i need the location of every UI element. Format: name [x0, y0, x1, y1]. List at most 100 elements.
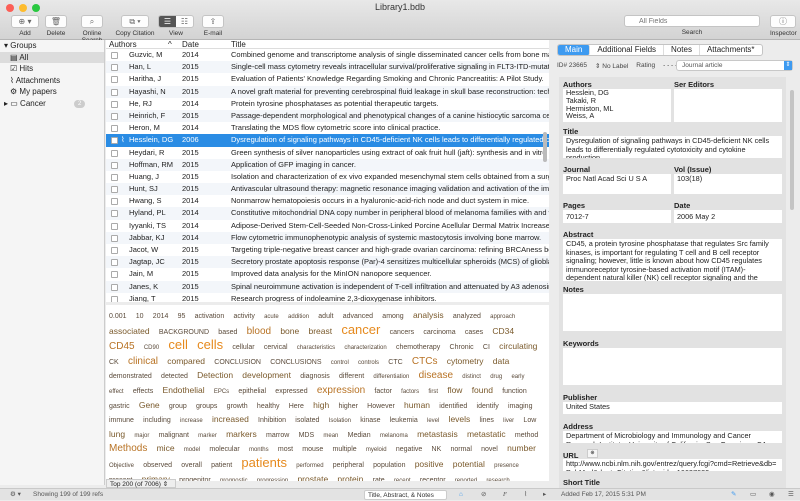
url-field[interactable]: http://www.ncbi.nlm.nih.gov/entrez/query… — [563, 459, 782, 471]
table-row[interactable]: Guzvic, M 2014 Combined genome and transcr… — [106, 49, 549, 61]
cloud-word[interactable]: novel — [481, 446, 498, 453]
cloud-word[interactable]: Detection — [197, 370, 233, 380]
cloud-word[interactable]: differentiation — [373, 374, 409, 380]
column-authors[interactable]: Authors — [109, 40, 137, 49]
cloud-word[interactable]: development — [242, 370, 291, 380]
cloud-word[interactable]: effects — [133, 388, 154, 395]
cloud-word[interactable]: first — [428, 389, 438, 395]
top-words-select[interactable]: Top 200 (of 7006) ⇕ — [106, 479, 176, 488]
cloud-word[interactable]: mean — [323, 433, 338, 439]
cloud-word[interactable]: patients — [241, 455, 287, 470]
cloud-word[interactable]: CK — [109, 359, 119, 366]
row-checkbox[interactable] — [111, 76, 118, 84]
tag-icon[interactable]: ⌂ — [459, 489, 463, 501]
cloud-word[interactable]: metastatic — [467, 429, 506, 439]
table-row[interactable]: Jain, M 2015 Improved data analysis for th… — [106, 268, 549, 280]
cloud-word[interactable]: epithelial — [238, 388, 266, 395]
tab-attachments[interactable]: Attachments* — [700, 45, 762, 55]
cloud-word[interactable]: demonstrated — [109, 373, 152, 380]
cloud-word[interactable]: 0.001 — [109, 313, 127, 320]
row-checkbox[interactable] — [111, 149, 118, 157]
add-button[interactable]: ⊕ ▾ Add — [11, 15, 39, 37]
table-row[interactable]: Haritha, J 2015 Evaluation of Patients' Kn… — [106, 73, 549, 85]
play-icon[interactable]: ▸ — [543, 489, 546, 501]
cloud-word[interactable]: major — [134, 433, 149, 439]
row-checkbox[interactable] — [111, 64, 118, 72]
font-icon[interactable]: F — [503, 489, 507, 501]
cloud-word[interactable]: leukemia — [390, 417, 418, 424]
cloud-word[interactable]: multiple — [333, 446, 357, 453]
sidebar-item-cancer[interactable]: ▸ ▭ Cancer 2 — [0, 98, 104, 110]
cloud-word[interactable]: model — [184, 447, 200, 453]
reference-type-select[interactable]: Journal article ⇕ — [676, 60, 793, 71]
cloud-word[interactable]: Objective — [109, 463, 134, 469]
cloud-word[interactable]: progression — [257, 478, 288, 481]
column-title[interactable]: Title — [231, 40, 549, 49]
table-row[interactable]: Heinrich, F 2015 Passage-dependent morphol… — [106, 109, 549, 123]
cloud-word[interactable]: early — [511, 374, 524, 380]
search-scope-select[interactable]: Title, Abstract, & Notes — [364, 490, 447, 500]
list-icon[interactable]: ☰ — [788, 489, 794, 501]
email-button[interactable]: ⇪ E-mail — [202, 15, 224, 37]
row-checkbox[interactable] — [111, 295, 118, 302]
cloud-word[interactable]: found — [472, 385, 493, 395]
cloud-word[interactable]: rate — [373, 477, 385, 481]
cloud-word[interactable]: marrow — [266, 432, 289, 439]
row-checkbox[interactable] — [111, 137, 118, 145]
cloud-word[interactable]: CTC — [388, 359, 402, 366]
table-row[interactable]: Jacot, W 2015 Targeting triple-negative br… — [106, 244, 549, 256]
table-row[interactable]: Janes, K 2015 Spinal neuroimmune activatio… — [106, 280, 549, 293]
cloud-word[interactable]: breast — [308, 326, 332, 336]
cloud-word[interactable]: protein — [337, 474, 363, 481]
cloud-word[interactable]: Median — [348, 432, 371, 439]
cloud-word[interactable]: cellular — [232, 344, 254, 351]
cloud-word[interactable]: receptor — [420, 477, 446, 481]
cloud-word[interactable]: analysis — [413, 310, 444, 320]
cloud-word[interactable]: factors — [401, 389, 419, 395]
cloud-word[interactable]: negative — [396, 446, 422, 453]
detail-view-icon[interactable]: ☷ — [176, 16, 193, 27]
tab-notes[interactable]: Notes — [664, 45, 700, 55]
cloud-word[interactable]: Inhibition — [258, 417, 286, 424]
table-row[interactable]: He, RJ 2014 Protein tyrosine phosphatases … — [106, 98, 549, 110]
table-row[interactable]: Han, L 2015 Single-cell mass cytometry rev… — [106, 61, 549, 74]
cloud-word[interactable]: characteristics — [297, 345, 335, 351]
table-row[interactable]: Hunt, SJ 2015 Antivascular ultrasound ther… — [106, 183, 549, 196]
cloud-word[interactable]: expression — [317, 385, 365, 396]
cloud-word[interactable]: BACKGROUND — [159, 329, 209, 336]
cloud-word[interactable]: 2014 — [153, 313, 169, 320]
cloud-word[interactable]: imaging — [508, 403, 533, 410]
search-input[interactable] — [624, 15, 760, 27]
gear-menu-icon[interactable]: ⚙ ▾ — [10, 489, 21, 501]
cloud-word[interactable]: increased — [212, 414, 249, 424]
cloud-word[interactable]: patient — [211, 462, 232, 469]
cloud-word[interactable]: myeloid — [366, 447, 387, 453]
cloud-word[interactable]: research — [486, 478, 509, 481]
table-row[interactable]: Jiang, T 2015 Research progress of indolea… — [106, 293, 549, 302]
table-row[interactable]: Hwang, S 2014 Nonmarrow hematopoiesis occu… — [106, 195, 549, 207]
tab-main[interactable]: Main — [558, 45, 591, 55]
cloud-word[interactable]: CONCLUSIONS — [270, 359, 321, 366]
cloud-word[interactable]: based — [218, 329, 237, 336]
cloud-word[interactable]: months — [249, 447, 269, 453]
table-row[interactable]: Jabbar, KJ 2014 Flow cytometric immunophen… — [106, 231, 549, 244]
cloud-word[interactable]: characterization — [344, 345, 386, 351]
publisher-field[interactable]: United States — [563, 402, 782, 414]
cloud-word[interactable]: 95 — [178, 313, 186, 320]
cloud-word[interactable]: identified — [439, 403, 467, 410]
cloud-word[interactable]: CD45 — [109, 341, 135, 352]
cloud-word[interactable]: Gene — [139, 400, 160, 410]
cloud-word[interactable]: most — [278, 446, 293, 453]
table-row[interactable]: Hoffman, RM 2015 Application of GFP imagin… — [106, 158, 549, 171]
authors-field[interactable]: Hesslein, DG Takaki, R Hermiston, ML Weiss,… — [563, 89, 671, 122]
cloud-word[interactable]: diagnosis — [300, 373, 330, 380]
cloud-word[interactable]: increase — [180, 418, 203, 424]
cloud-word[interactable]: cells — [197, 337, 223, 352]
cloud-word[interactable]: kinase — [360, 417, 380, 424]
cloud-word[interactable]: liver — [503, 418, 514, 424]
cloud-word[interactable]: circulating — [499, 341, 537, 351]
row-checkbox[interactable] — [111, 125, 118, 133]
cloud-word[interactable]: acute — [264, 314, 279, 320]
cloud-word[interactable]: different — [339, 373, 364, 380]
cloud-word[interactable]: prostate — [297, 474, 328, 481]
